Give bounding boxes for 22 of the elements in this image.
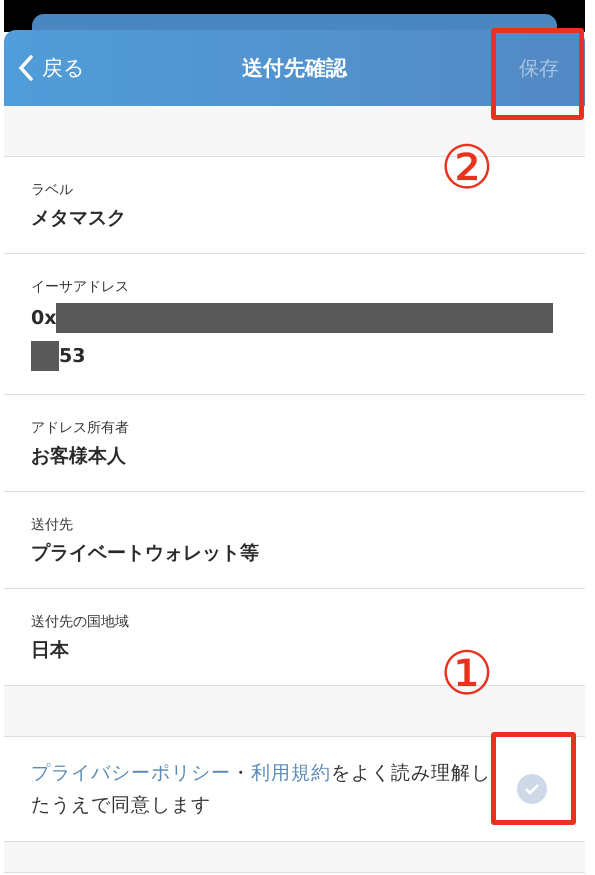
field-label: ラベル	[31, 181, 74, 199]
field-label: 送付先の国地域	[31, 613, 130, 631]
check-icon	[524, 783, 540, 795]
step-number: ①	[440, 644, 494, 704]
field-label: イーサアドレス	[31, 278, 130, 296]
field-label: 送付先	[31, 516, 74, 534]
terms-link[interactable]: 利用規約	[251, 762, 331, 784]
step-number: ②	[440, 138, 494, 198]
back-button[interactable]: 戻る	[18, 54, 85, 82]
agreement-text: プライバシーポリシー・利用規約 をよく読み理解したうえで同意します	[31, 761, 492, 818]
privacy-policy-link[interactable]: プライバシーポリシー	[31, 762, 231, 784]
field-value: お客様本人	[31, 444, 127, 469]
field-value: メタマスク	[31, 206, 127, 231]
back-chevron-icon	[18, 55, 34, 81]
field-value: 日本	[31, 638, 70, 663]
field-label: アドレス所有者	[31, 419, 130, 437]
field-value: 0x	[31, 307, 56, 329]
field-value: プライベートウォレット等	[31, 541, 260, 566]
field-value: 53	[59, 345, 86, 367]
screen-title: 送付先確認	[242, 55, 347, 82]
agree-checkbox[interactable]	[517, 774, 547, 804]
redaction-bar	[31, 341, 59, 371]
